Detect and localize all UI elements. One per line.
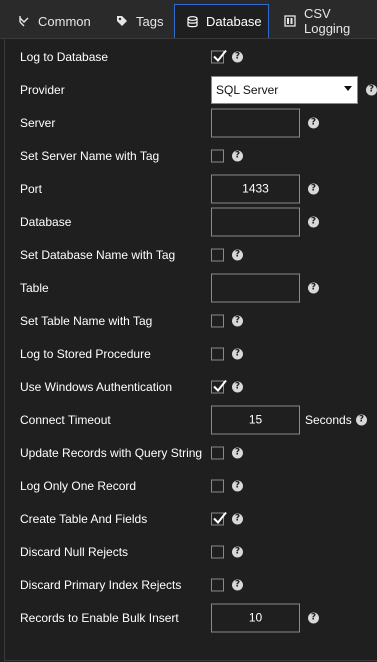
log-to-database-label: Log to Database	[20, 49, 109, 64]
row-log-to-database: Log to Database ?	[5, 40, 377, 73]
row-log-only-one-record: Log Only One Record ?	[5, 469, 377, 502]
database-input[interactable]	[211, 207, 300, 236]
help-icon[interactable]: ?	[232, 513, 243, 524]
log-only-one-record-label: Log Only One Record	[20, 478, 137, 493]
tab-tags[interactable]: Tags	[104, 4, 174, 38]
create-table-and-fields-checkbox[interactable]	[211, 511, 227, 525]
row-discard-null-rejects: Discard Null Rejects ?	[5, 535, 377, 568]
records-to-enable-bulk-insert-input[interactable]: 10	[211, 603, 300, 632]
connect-timeout-input[interactable]: 15	[211, 405, 300, 434]
update-records-with-query-string-label: Update Records with Query String	[20, 445, 203, 460]
row-discard-primary-index-rejects: Discard Primary Index Rejects ?	[5, 568, 377, 601]
panel-bottom-border	[5, 660, 377, 661]
row-set-server-name-with-tag: Set Server Name with Tag ?	[5, 139, 377, 172]
settings-window: Common Tags Database CSV Logging Log to …	[0, 0, 377, 662]
tab-database-label: Database	[206, 14, 262, 29]
row-set-database-name-with-tag: Set Database Name with Tag ?	[5, 238, 377, 271]
update-records-with-query-string-checkbox[interactable]	[211, 446, 224, 459]
tag-icon	[116, 14, 128, 28]
use-windows-authentication-checkbox[interactable]	[211, 379, 227, 393]
table-input[interactable]	[211, 273, 300, 302]
tab-database[interactable]: Database	[174, 4, 269, 38]
help-icon[interactable]: ?	[232, 447, 243, 458]
collapse-arrows-icon	[18, 14, 30, 28]
checkmark-icon	[213, 379, 227, 392]
help-icon[interactable]: ?	[232, 51, 243, 62]
server-label: Server	[20, 115, 56, 130]
database-settings-panel: Log to Database ? Provider SQL Server ? …	[4, 38, 377, 662]
records-to-enable-bulk-insert-label: Records to Enable Bulk Insert	[20, 610, 179, 625]
database-icon	[187, 15, 198, 29]
row-database: Database ?	[5, 205, 377, 238]
log-to-database-checkbox[interactable]	[211, 49, 227, 63]
help-icon[interactable]: ?	[232, 348, 243, 359]
provider-select[interactable]: SQL Server	[211, 75, 358, 104]
row-connect-timeout: Connect Timeout 15 Seconds ?	[5, 403, 377, 436]
tab-csv-logging[interactable]: CSV Logging	[272, 4, 377, 38]
discard-primary-index-rejects-checkbox[interactable]	[211, 578, 224, 591]
set-table-name-with-tag-label: Set Table Name with Tag	[20, 313, 153, 328]
row-records-to-enable-bulk-insert: Records to Enable Bulk Insert 10 ?	[5, 601, 377, 634]
row-log-to-stored-procedure: Log to Stored Procedure ?	[5, 337, 377, 370]
set-table-name-with-tag-checkbox[interactable]	[211, 314, 224, 327]
row-server: Server ?	[5, 106, 377, 139]
help-icon[interactable]: ?	[308, 216, 319, 227]
discard-null-rejects-label: Discard Null Rejects	[20, 544, 129, 559]
discard-null-rejects-checkbox[interactable]	[211, 545, 224, 558]
table-label: Table	[20, 280, 49, 295]
provider-selected-value: SQL Server	[216, 82, 279, 97]
row-set-table-name-with-tag: Set Table Name with Tag ?	[5, 304, 377, 337]
log-to-stored-procedure-checkbox[interactable]	[211, 347, 224, 360]
help-icon[interactable]: ?	[232, 150, 243, 161]
database-label: Database	[20, 214, 72, 229]
port-input[interactable]: 1433	[211, 174, 300, 203]
row-create-table-and-fields: Create Table And Fields ?	[5, 502, 377, 535]
port-label: Port	[20, 181, 43, 196]
checkmark-icon	[213, 511, 227, 524]
csv-file-icon	[284, 14, 296, 28]
checkmark-icon	[213, 49, 227, 62]
log-to-stored-procedure-label: Log to Stored Procedure	[20, 346, 151, 361]
help-icon[interactable]: ?	[232, 579, 243, 590]
tab-tags-label: Tags	[136, 13, 164, 29]
discard-primary-index-rejects-label: Discard Primary Index Rejects	[20, 577, 182, 592]
help-icon[interactable]: ?	[308, 612, 319, 623]
use-windows-authentication-label: Use Windows Authentication	[20, 379, 173, 394]
row-provider: Provider SQL Server ?	[5, 73, 377, 106]
server-input[interactable]	[211, 108, 300, 137]
create-table-and-fields-label: Create Table And Fields	[20, 511, 148, 526]
set-database-name-with-tag-label: Set Database Name with Tag	[20, 247, 176, 262]
log-only-one-record-checkbox[interactable]	[211, 479, 224, 492]
set-database-name-with-tag-checkbox[interactable]	[211, 248, 224, 261]
provider-label: Provider	[20, 82, 65, 97]
connect-timeout-unit: Seconds	[305, 412, 352, 427]
help-icon[interactable]: ?	[232, 249, 243, 260]
set-server-name-with-tag-checkbox[interactable]	[211, 149, 224, 162]
help-icon[interactable]: ?	[308, 183, 319, 194]
help-icon[interactable]: ?	[308, 117, 319, 128]
help-icon[interactable]: ?	[232, 315, 243, 326]
tab-bar: Common Tags Database CSV Logging	[0, 0, 377, 39]
help-icon[interactable]: ?	[232, 480, 243, 491]
tab-csv-logging-label: CSV Logging	[304, 6, 351, 36]
tab-common[interactable]: Common	[6, 4, 98, 38]
row-table: Table ?	[5, 271, 377, 304]
row-port: Port 1433 ?	[5, 172, 377, 205]
help-icon[interactable]: ?	[356, 414, 367, 425]
help-icon[interactable]: ?	[232, 546, 243, 557]
tab-common-label: Common	[38, 13, 91, 29]
connect-timeout-label: Connect Timeout	[20, 412, 111, 427]
set-server-name-with-tag-label: Set Server Name with Tag	[20, 148, 160, 163]
dropdown-arrow-icon	[344, 85, 352, 91]
row-update-records-with-query-string: Update Records with Query String ?	[5, 436, 377, 469]
help-icon[interactable]: ?	[308, 282, 319, 293]
row-use-windows-authentication: Use Windows Authentication ?	[5, 370, 377, 403]
help-icon[interactable]: ?	[232, 381, 243, 392]
help-icon[interactable]: ?	[366, 84, 377, 95]
